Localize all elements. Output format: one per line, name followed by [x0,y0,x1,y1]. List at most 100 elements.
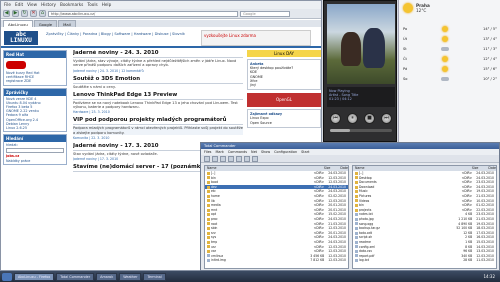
tab-google[interactable]: Google [33,20,58,27]
file-size: 7 812 KB [310,258,325,263]
redhat-box-title: Red Hat [4,51,66,58]
article-body: Podíváme se na nový notebook Lenovo Thin… [73,100,238,110]
clock[interactable]: 14:32 [483,274,498,279]
site-logo[interactable]: abc LINUXU [4,31,38,45]
stop-icon[interactable]: ■ [364,112,375,124]
taskbar-item[interactable]: Total Commander [56,272,95,281]
file-icon [355,231,358,235]
taskbar-item[interactable]: Weather [119,272,142,281]
start-menu-icon[interactable] [2,272,12,281]
menu-file[interactable]: File [4,2,11,8]
site-search-input[interactable] [6,148,64,154]
forecast-day: Čt [403,57,407,61]
site-topnav[interactable]: Zprávičky | Články | Poradna | Blogy | S… [46,32,196,37]
fm-menu-item[interactable]: Mark [215,149,223,155]
person-figure [341,32,361,66]
article-meta[interactable]: Jaderné noviny | 24. 3. 2010 | 12 koment… [73,69,243,73]
fm-menu-item[interactable]: Configuration [274,149,297,155]
search-input[interactable]: Google [240,10,290,17]
linuxday-button[interactable]: Linux DAY [247,50,321,57]
pause-icon[interactable]: ⏸ [347,112,358,124]
browser-tabs: AbcLinuxu Google Mail [1,20,321,27]
fm-menu-item[interactable]: Net [251,149,257,155]
menu-help[interactable]: Help [102,2,112,8]
search-icon[interactable] [252,156,258,162]
article-title[interactable]: Jaderné noviny - 24. 3. 2010 [73,50,243,58]
forecast-day: St [403,47,407,51]
left-file-list: [..] <DIR> 24.03.2010 bin <DIR> 12.03.2010 boo… [205,171,348,263]
article: Soutěž o 3D5 Emotion Soutěžte s námi o c… [73,76,243,89]
taskbar-item[interactable]: Terminal [143,272,166,281]
file-row[interactable]: log.txt 28 KB 11.03.2010 [353,258,496,263]
url-input[interactable]: http://www.abclinuxu.cz/ [48,10,238,17]
right-file-list: [..] <DIR> 24.03.2010 Desktop <DIR> 24.03.201… [353,171,496,263]
forecast-temp: 14° / 5° [483,27,497,31]
article-title[interactable]: VIP pod podporou projekty mladých progra… [73,117,243,126]
col-name-header[interactable]: Name [207,166,314,171]
article: Jaderné noviny - 24. 3. 2010 Vydání jádr… [73,50,243,73]
detail-view-icon[interactable] [220,156,226,162]
back-icon[interactable]: ◀ [3,10,10,17]
menu-edit[interactable]: Edit [15,2,23,8]
fm-menu-item[interactable]: Show [261,149,270,155]
file-row[interactable]: initrd.img 7 812 KB 12.03.2010 [205,258,348,263]
menu-view[interactable]: View [27,2,37,8]
redhat-line[interactable]: registrace ZDE [6,79,64,83]
poll-box: Anketa Který desktop používáte? KDE GNOM… [247,59,321,91]
menu-history[interactable]: History [41,2,56,8]
article-title[interactable]: Soutěž o 3D5 Emotion [73,76,243,84]
taskbar-item[interactable]: AbcLinuxu - Firefox [14,272,55,281]
file-icon [355,213,358,217]
track-info: Now Playing Artist - Song Title 01:23 / … [327,87,395,107]
file-name-text: log.txt [359,258,369,263]
home-icon[interactable]: ⌂ [39,10,46,17]
search-box: Hledání hledat: jobs.cz Nabídky práce [3,134,67,165]
jobs-line[interactable]: Nabídky práce [6,159,64,163]
forecast-day: So [403,77,408,81]
menu-bookmarks[interactable]: Bookmarks [60,2,83,8]
links-box: Zajímavé odkazy Linux Expo Open Source [247,109,321,128]
folder-icon [207,245,210,249]
reload-icon[interactable]: ↻ [21,10,28,17]
track-time: 01:23 / 04:12 [329,97,352,101]
browser-menubar: File Edit View History Bookmarks Tools H… [1,1,321,9]
file-name: log.txt [355,258,369,263]
fm-menu-item[interactable]: Files [204,149,211,155]
media-player-window: Now Playing Artist - Song Title 01:23 / … [323,0,397,142]
file-name: initrd.img [207,258,226,263]
poll-option[interactable]: jiný [250,83,318,87]
taskbar-item[interactable]: Amarok [96,272,118,281]
ad-image[interactable]: OpenGL [247,93,321,108]
article-meta[interactable]: Komunita | 22. 3. 2010 [73,136,243,140]
previous-icon[interactable]: ⏮ [330,112,341,124]
weather-current: 12°C [416,8,427,13]
tab-mail[interactable]: Mail [58,20,76,27]
next-icon[interactable]: ⏭ [381,112,392,124]
file-name-text: initrd.img [211,258,226,263]
file-icon [355,226,358,230]
copy-icon[interactable] [228,156,234,162]
fm-menu-item[interactable]: Commands [228,149,247,155]
forecast-day: Pá [403,67,408,71]
menu-tools[interactable]: Tools [87,2,97,8]
refresh-icon[interactable] [204,156,210,162]
pane-header: Name Size Date [353,166,496,171]
article-meta[interactable]: Hardware | 23. 3. 2010 [73,110,243,114]
move-icon[interactable] [236,156,242,162]
link-item[interactable]: Open Source [250,121,318,125]
list-view-icon[interactable] [212,156,218,162]
article-title[interactable]: Lenovo ThinkPad Edge 13 Preview [73,92,243,100]
news-link[interactable]: Linux 2.6.25 [6,126,64,130]
stop-icon[interactable]: ✕ [30,10,37,17]
delete-icon[interactable] [244,156,250,162]
ad-banner[interactable]: vyzkoušejte Linux zdarma [201,30,311,46]
browser-navbar: ◀ ▶ ↻ ✕ ⌂ http://www.abclinuxu.cz/ Googl… [1,9,321,19]
col-name-header[interactable]: Name [355,166,462,171]
redhat-logo-icon[interactable] [6,61,26,69]
forward-icon[interactable]: ▶ [12,10,19,17]
forecast-list: Po 14° / 5° Út 13° / 4° St 11° / 3° Čt 12° /… [403,24,497,84]
seek-bar[interactable] [330,129,392,132]
fm-menu-item[interactable]: Start [301,149,309,155]
tab-abclinuxu[interactable]: AbcLinuxu [3,20,33,27]
sun-icon [441,56,448,62]
